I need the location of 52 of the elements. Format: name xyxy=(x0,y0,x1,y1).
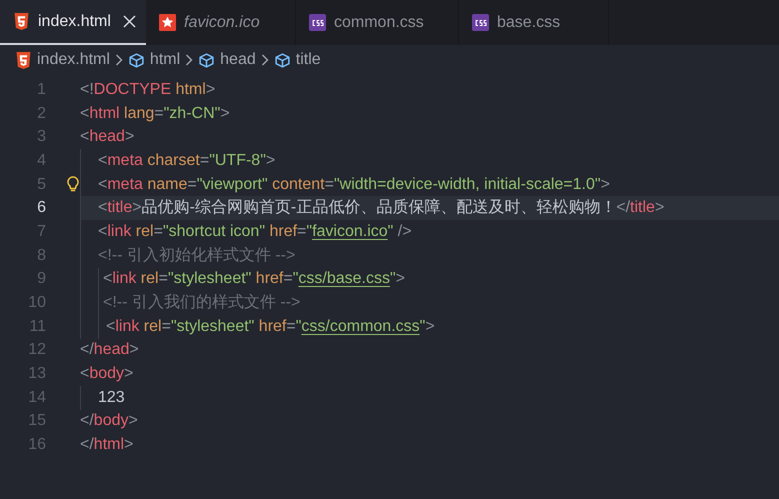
code-line: <head> xyxy=(80,127,134,148)
css-file-icon xyxy=(309,14,326,31)
line-number: 1 xyxy=(36,80,46,100)
chevron-icon xyxy=(260,54,269,66)
code-line: <body> xyxy=(80,364,134,384)
code-line: <!DOCTYPE html> xyxy=(80,80,216,100)
code-comment: <!-- 引入初始化样式文件 --> xyxy=(98,246,296,266)
html5-icon xyxy=(15,52,32,68)
chevron-icon xyxy=(114,54,123,66)
breadcrumb-item[interactable]: html xyxy=(150,48,180,72)
lightbulb-icon[interactable] xyxy=(67,176,79,194)
line-number: 9 xyxy=(36,269,46,290)
html5-icon xyxy=(13,13,30,30)
line-number: 11 xyxy=(28,316,46,337)
code-line: </head> xyxy=(80,340,139,360)
line-number: 5 xyxy=(36,174,46,195)
code-line: <html lang="zh-CN"> xyxy=(80,104,230,124)
line-number: 2 xyxy=(36,104,46,124)
cube-icon xyxy=(198,52,216,68)
line-number: 3 xyxy=(36,127,46,148)
code-line: <link rel="stylesheet" href="css/base.css"> xyxy=(103,269,406,290)
editor-tab[interactable]: base.css xyxy=(459,0,609,45)
editor-tab[interactable]: common.css xyxy=(296,0,459,45)
code-line: <link rel="shortcut icon" href="favicon.ico" /> xyxy=(98,222,412,242)
breadcrumb-item[interactable]: title xyxy=(296,48,321,72)
line-number: 7 xyxy=(36,222,46,242)
breadcrumb-item[interactable]: index.html xyxy=(37,48,110,72)
line-number: 15 xyxy=(27,411,46,432)
editor-tab[interactable]: index.html xyxy=(0,0,146,45)
chevron-icon xyxy=(185,54,194,66)
line-number: 13 xyxy=(27,364,46,384)
breadcrumb-item[interactable]: head xyxy=(220,48,256,72)
line-number: 8 xyxy=(36,246,46,266)
code-line: </body> xyxy=(80,411,138,432)
close-icon[interactable] xyxy=(122,15,136,28)
line-number: 4 xyxy=(36,150,46,171)
css-file-icon xyxy=(472,14,489,31)
code-line: 123 xyxy=(98,388,125,408)
code-line: <meta name="viewport" content="width=device-width, initial-scale=1.0"> xyxy=(98,174,610,195)
editor-tab[interactable]: favicon.ico xyxy=(146,0,296,45)
line-number: 6 xyxy=(36,198,46,218)
line-number: 14 xyxy=(27,388,46,408)
code-line: </html> xyxy=(80,435,134,456)
line-number: 12 xyxy=(27,340,46,360)
line-number: 10 xyxy=(27,293,46,314)
cube-icon xyxy=(274,52,291,68)
code-comment: <!-- 引入我们的样式文件 --> xyxy=(103,292,300,314)
code-line: <meta charset="UTF-8"> xyxy=(98,150,276,171)
code-line: <link rel="stylesheet" href="css/common.css"> xyxy=(106,316,435,337)
code-line: <title>品优购-综合网购首页-正品低价、品质保障、配送及时、轻松购物！</title> xyxy=(98,198,664,218)
cube-icon xyxy=(128,52,145,68)
line-number: 16 xyxy=(27,435,46,456)
